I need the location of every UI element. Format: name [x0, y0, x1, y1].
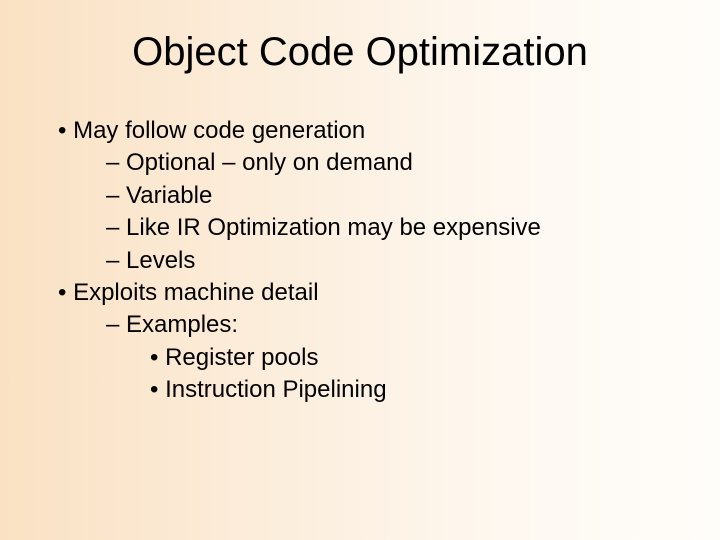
bullet-text: Examples: [126, 311, 238, 338]
bullet-text: Levels [126, 247, 195, 274]
bullet-level2: Examples: [106, 309, 680, 341]
slide-body: May follow code generation Optional – on… [40, 115, 680, 407]
bullet-text: Instruction Pipelining [165, 376, 386, 403]
bullet-level1: Exploits machine detail [50, 277, 680, 309]
bullet-text: Like IR Optimization may be expensive [126, 214, 541, 241]
slide: Object Code Optimization May follow code… [0, 0, 720, 540]
bullet-level2: Optional – only on demand [106, 147, 680, 179]
bullet-level2: Like IR Optimization may be expensive [106, 212, 680, 244]
bullet-text: Optional – only on demand [126, 149, 413, 176]
slide-title: Object Code Optimization [40, 30, 680, 75]
bullet-level2: Variable [106, 180, 680, 212]
bullet-level3: Instruction Pipelining [150, 374, 680, 406]
bullet-text: Variable [126, 182, 212, 209]
bullet-text: May follow code generation [73, 117, 365, 144]
bullet-level3: Register pools [150, 342, 680, 374]
bullet-text: Register pools [165, 344, 318, 371]
bullet-level2: Levels [106, 245, 680, 277]
bullet-text: Exploits machine detail [73, 279, 318, 306]
bullet-level1: May follow code generation [50, 115, 680, 147]
